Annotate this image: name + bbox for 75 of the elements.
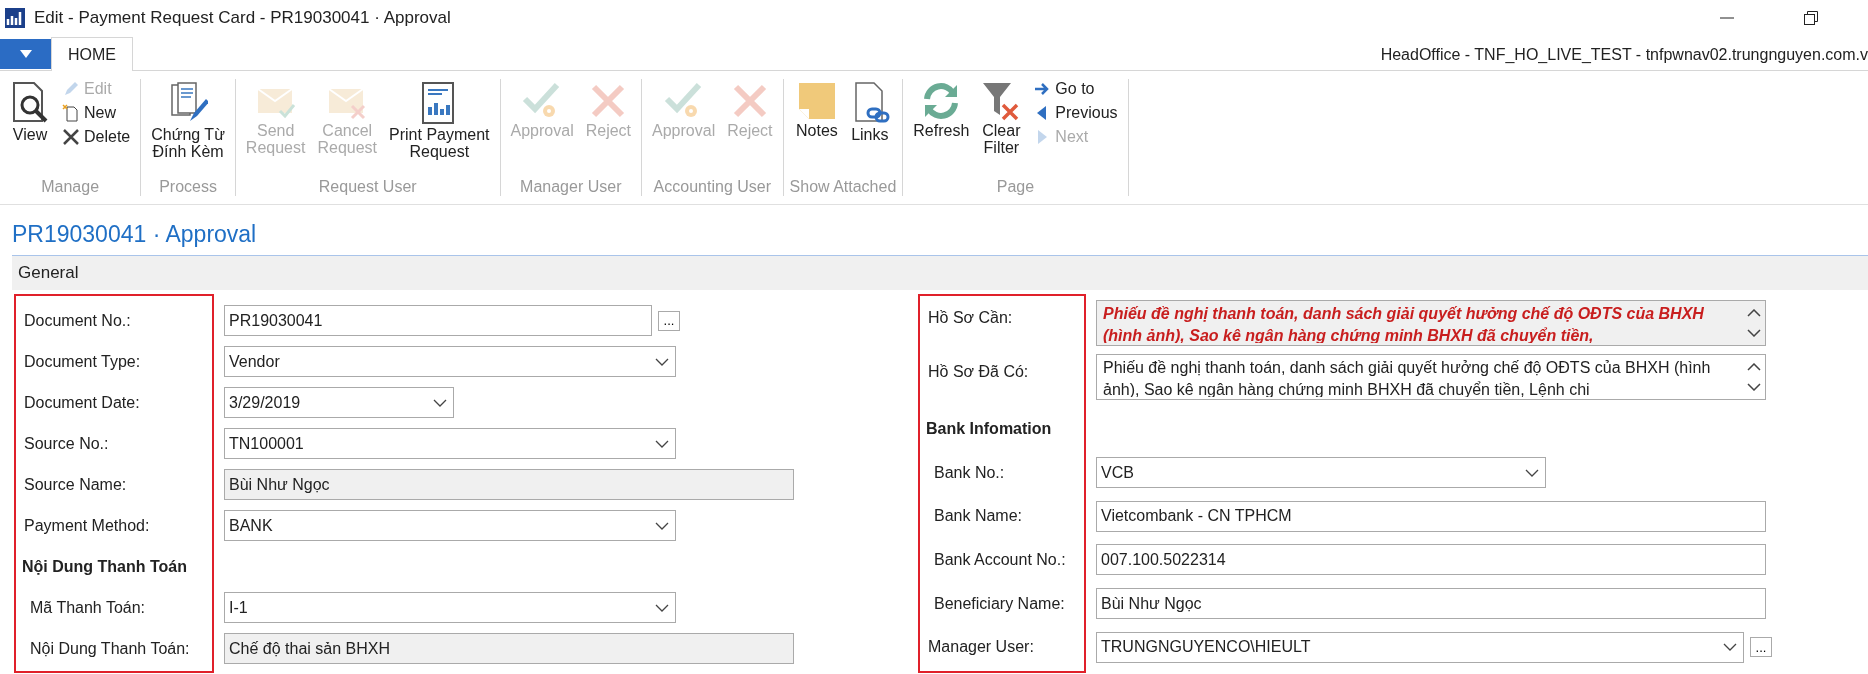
- chevron-down-icon: [655, 603, 669, 612]
- field-label: Nội Dung Thanh Toán:: [29, 638, 191, 659]
- field-label: Document Type:: [23, 351, 142, 372]
- field-label: Bank No.:: [933, 462, 1006, 483]
- ribbon-button[interactable]: Links: [845, 79, 894, 178]
- dropdown-field[interactable]: I-1: [224, 592, 676, 623]
- scroll-down-icon[interactable]: [1747, 382, 1761, 391]
- scroll-up-icon[interactable]: [1747, 362, 1761, 371]
- chevron-down-icon: [1525, 468, 1539, 477]
- section-header[interactable]: General: [12, 256, 1868, 290]
- field-label: Document Date:: [23, 392, 141, 413]
- ribbon-button[interactable]: Go to: [1029, 79, 1122, 99]
- ribbon-button[interactable]: New: [58, 103, 135, 123]
- ribbon-button[interactable]: Clear Filter: [977, 79, 1026, 178]
- dropdown-field[interactable]: TRUNGNGUYENCO\HIEULT: [1096, 631, 1744, 663]
- connection-info: HeadOffice - TNF_HO_LIVE_TEST - tnfpwnav02.trungnguyen.com.v: [1380, 46, 1868, 65]
- dropdown-field[interactable]: BANK: [224, 510, 676, 541]
- field-label: Hồ Sơ Cần:: [927, 308, 1014, 329]
- group-label: Show Attached: [789, 178, 897, 196]
- dropdown-field[interactable]: VCB: [1096, 457, 1546, 489]
- chevron-down-icon: [655, 357, 669, 366]
- text-field[interactable]: Bùi Như Ngọc: [1096, 588, 1766, 620]
- text-field[interactable]: 007.100.5022314: [1096, 544, 1766, 576]
- ribbon-button[interactable]: Chứng Từ Đính Kèm: [147, 79, 229, 178]
- pencil-icon: [62, 80, 80, 98]
- field-label: Mã Thanh Toán:: [29, 597, 147, 618]
- readonly-field: Chế độ thai sản BHXH: [224, 633, 794, 664]
- field-label: Hồ Sơ Đã Có:: [927, 361, 1030, 382]
- magnifier-document-icon: [10, 81, 50, 125]
- group-label: Request User: [318, 178, 417, 196]
- field-label: Source No.:: [23, 433, 110, 454]
- ribbon-button[interactable]: Previous: [1029, 103, 1122, 123]
- field-label: Source Name:: [23, 474, 128, 495]
- note-icon: [796, 81, 837, 121]
- text-field[interactable]: Vietcombank - CN TPHCM: [1096, 500, 1766, 532]
- delete-icon: [62, 128, 80, 146]
- lookup-button[interactable]: ...: [1750, 637, 1772, 658]
- ribbon-button[interactable]: Refresh: [909, 79, 974, 178]
- field-label: Manager User:: [927, 637, 1035, 658]
- dropdown-field[interactable]: TN100001: [224, 428, 676, 459]
- group-label: Process: [159, 178, 217, 196]
- date-field[interactable]: 3/29/2019: [224, 387, 454, 418]
- app-logo-icon: [4, 7, 26, 29]
- chevron-down-icon: [433, 398, 447, 407]
- new-document-icon: [62, 104, 80, 122]
- text-field[interactable]: PR19030041: [224, 305, 652, 336]
- ribbon-button[interactable]: Print Payment Request: [385, 79, 494, 178]
- ribbon-button[interactable]: Notes: [792, 79, 842, 178]
- restore-icon[interactable]: [1804, 11, 1818, 25]
- scroll-up-icon[interactable]: [1747, 309, 1761, 317]
- group-label: Accounting User: [653, 178, 771, 196]
- field-label: Payment Method:: [23, 515, 151, 536]
- group-label: Page: [996, 178, 1035, 196]
- readonly-field: Bùi Như Ngọc: [224, 469, 794, 500]
- group-label: Manager User: [520, 178, 622, 196]
- app-menu-button[interactable]: [0, 39, 52, 69]
- window-title: Edit - Payment Request Card - PR19030041 · Approval: [34, 8, 452, 28]
- scroll-down-icon[interactable]: [1747, 329, 1761, 337]
- field-label: Bank Name:: [933, 506, 1024, 527]
- group-label: Manage: [41, 178, 100, 196]
- chevron-down-icon: [655, 521, 669, 530]
- caret-icon: [20, 50, 32, 58]
- page-title: PR19030041 · Approval: [11, 220, 258, 247]
- chevron-down-icon: [1723, 643, 1737, 652]
- chevron-down-icon: [655, 439, 669, 448]
- ribbon-tab[interactable]: HOME: [51, 37, 133, 71]
- section-heading: Nội Dung Thanh Toán: [21, 556, 188, 577]
- field-label: Bank Account No.:: [933, 549, 1067, 570]
- section-heading: Bank Infomation: [925, 419, 1053, 440]
- ribbon-button[interactable]: View: [6, 79, 54, 178]
- field-label: Beneficiary Name:: [933, 593, 1066, 614]
- dropdown-field[interactable]: Vendor: [224, 346, 676, 377]
- ribbon-button[interactable]: Delete: [58, 127, 135, 147]
- field-label: Document No.:: [23, 310, 132, 331]
- lookup-button[interactable]: ...: [658, 310, 680, 331]
